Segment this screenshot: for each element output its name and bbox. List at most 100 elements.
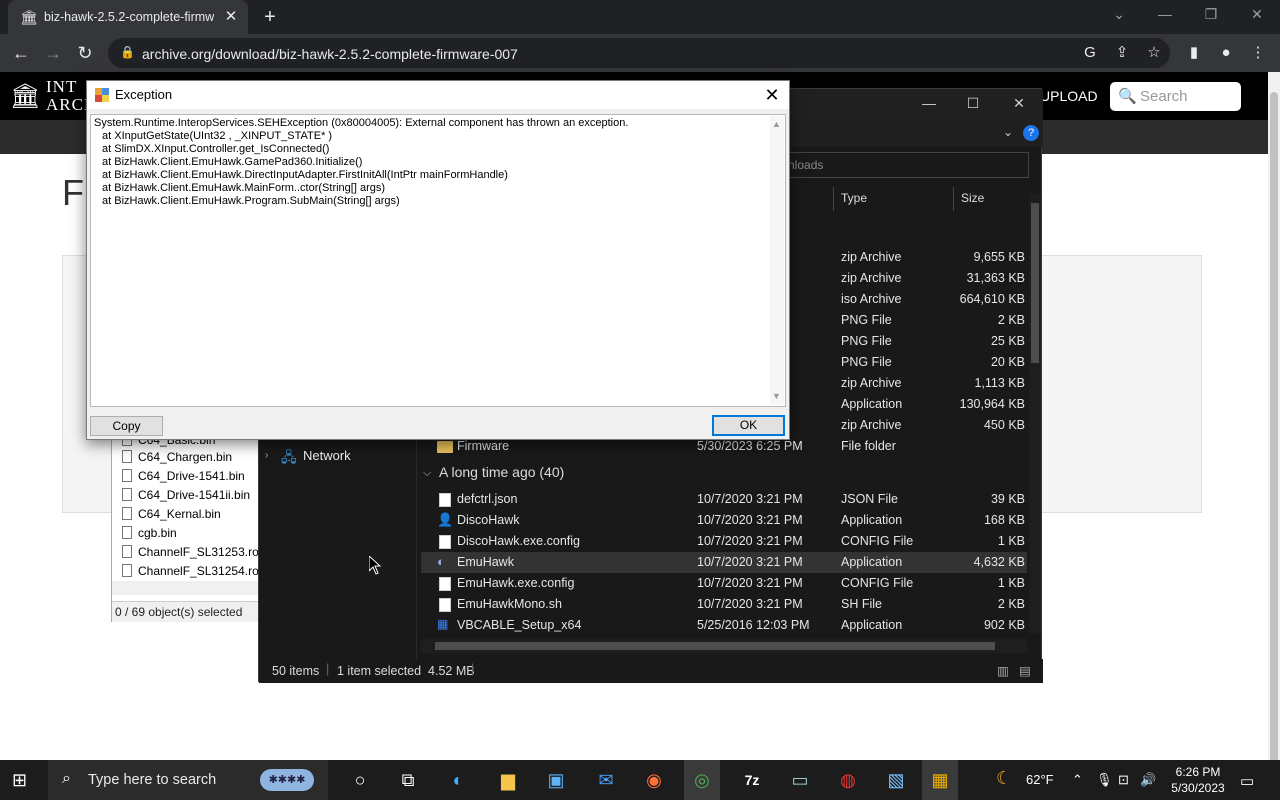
explorer-maximize-icon[interactable]: ☐ [953, 95, 993, 112]
file-row[interactable]: ▦ VBCABLE_Setup_x64 5/25/2016 12:03 PM A… [421, 615, 1027, 636]
profile-icon[interactable]: ● [1216, 43, 1236, 63]
page-heading: F [62, 172, 84, 213]
new-tab-icon[interactable]: + [258, 6, 282, 30]
explorer-vscrollbar-thumb[interactable] [1031, 203, 1039, 363]
details-scrollbar[interactable]: ▲ ▼ [770, 116, 784, 405]
scroll-down-icon[interactable]: ▼ [772, 390, 781, 403]
weather-temp[interactable]: 62°F [1026, 772, 1054, 787]
close-window-icon[interactable]: ✕ [1242, 6, 1272, 23]
browser-tab[interactable]: 🏛 biz-hawk-2.5.2-complete-firmwa ✕ [8, 0, 248, 34]
file-icon [122, 564, 132, 577]
reload-icon[interactable]: ↻ [72, 40, 98, 66]
dialog-close-icon[interactable]: ✕ [757, 83, 787, 107]
explorer-close-icon[interactable]: ✕ [999, 95, 1039, 112]
store-icon[interactable]: ▣ [538, 766, 574, 794]
file-date: 10/7/2020 3:21 PM [697, 513, 803, 527]
network-tray-icon[interactable]: ⊡ [1118, 772, 1129, 788]
zip-hscrollbar[interactable] [112, 581, 262, 595]
column-header-size[interactable]: Size [961, 191, 984, 205]
tiles-view-icon[interactable]: ▤ [1019, 663, 1031, 678]
upload-link[interactable]: UPLOAD [1040, 88, 1098, 104]
zip-file-row[interactable]: C64_Kernal.bin [122, 507, 221, 526]
exception-line: at BizHawk.Client.EmuHawk.MainForm..ctor… [102, 182, 386, 194]
archive-logo-icon[interactable]: 🏛 [10, 82, 40, 111]
exception-details[interactable]: System.Runtime.InteropServices.SEHExcept… [90, 114, 786, 407]
notifications-icon[interactable]: ▭ [1240, 772, 1254, 790]
menu-kebab-icon[interactable]: ⋮ [1248, 43, 1268, 63]
volume-icon[interactable]: 🔊 [1140, 772, 1156, 788]
tab-close-icon[interactable]: ✕ [222, 8, 240, 26]
address-bar[interactable]: 🔒 archive.org/download/biz-hawk-2.5.2-co… [108, 38, 1170, 68]
page-scrollbar-thumb[interactable] [1270, 92, 1278, 792]
file-explorer-icon[interactable]: ▆ [490, 766, 526, 794]
restore-icon[interactable]: ❐ [1196, 6, 1226, 23]
taskbar-clock[interactable]: 6:26 PM 5/30/2023 [1160, 764, 1236, 796]
ribbon-expand-icon[interactable]: ⌄ [1003, 125, 1013, 139]
file-size: 450 KB [983, 418, 1025, 432]
copy-button[interactable]: Copy [90, 416, 163, 436]
explorer-hscrollbar-thumb[interactable] [435, 642, 995, 650]
tab-search-icon[interactable]: ⌄ [1104, 6, 1134, 23]
file-row[interactable]: 👤 DiscoHawk 10/7/2020 3:21 PM Applicatio… [421, 510, 1027, 531]
remote-desktop-icon[interactable]: ▭ [782, 766, 818, 794]
google-icon[interactable]: G [1080, 43, 1100, 63]
forward-icon[interactable]: → [40, 40, 66, 66]
weather-moon-icon[interactable]: ☾ [996, 768, 1012, 789]
seven-zip-icon[interactable]: 7z [734, 766, 770, 794]
zip-file-name: C64_Chargen.bin [138, 450, 233, 464]
chrome-icon[interactable]: ◎ [684, 760, 720, 800]
taskbar-search-box[interactable]: ⌕ Type here to search ✱✱✱✱ [48, 760, 328, 800]
mail-icon[interactable]: ✉ [588, 766, 624, 794]
explorer-hscrollbar[interactable] [421, 639, 1027, 653]
side-panel-icon[interactable]: ▮ [1184, 43, 1204, 63]
obs-icon[interactable]: ◍ [830, 766, 866, 794]
file-type: File folder [841, 439, 896, 453]
file-row[interactable]: DiscoHawk.exe.config 10/7/2020 3:21 PM C… [421, 531, 1027, 552]
file-row[interactable]: defctrl.json 10/7/2020 3:21 PM JSON File… [421, 489, 1027, 510]
task-view-icon[interactable]: ⧉ [390, 766, 426, 794]
page-scrollbar[interactable] [1268, 72, 1280, 792]
start-windows-icon[interactable]: ⊞ [12, 770, 27, 791]
edge-icon[interactable]: ◐ [440, 766, 476, 794]
firefox-icon[interactable]: ◉ [636, 766, 672, 794]
nav-network[interactable]: Network [303, 448, 351, 463]
cortana-icon[interactable]: ○ [342, 766, 378, 794]
back-icon[interactable]: ← [8, 40, 34, 66]
file-date: 10/7/2020 3:21 PM [697, 597, 803, 611]
explorer-status-bar: 50 items | 1 item selected 4.52 MB | ▥ ▤ [259, 659, 1043, 683]
zip-file-row[interactable]: C64_Drive-1541.bin [122, 469, 245, 488]
zip-file-row[interactable]: C64_Chargen.bin [122, 450, 232, 469]
explorer-minimize-icon[interactable]: — [909, 95, 949, 111]
file-row-selected[interactable]: ◐ EmuHawk 10/7/2020 3:21 PM Application … [421, 552, 1027, 573]
group-collapse-chevron-icon[interactable]: ⌵ [423, 467, 431, 480]
lock-icon: 🔒 [120, 45, 135, 59]
file-date: 5/30/2023 6:25 PM [697, 439, 803, 453]
column-separator[interactable] [953, 187, 954, 211]
emuhawk-taskbar-icon[interactable]: ▦ [922, 760, 958, 800]
tray-chevron-icon[interactable]: ⌃ [1072, 772, 1083, 788]
help-icon[interactable]: ? [1023, 125, 1039, 141]
browser-tabstrip: 🏛 biz-hawk-2.5.2-complete-firmwa ✕ + ⌄ —… [0, 0, 1280, 34]
group-header[interactable]: A long time ago (40) [439, 464, 564, 480]
file-type: Application [841, 397, 903, 411]
photos-icon[interactable]: ▧ [878, 766, 914, 794]
scroll-up-icon[interactable]: ▲ [772, 118, 781, 131]
archive-search-input[interactable]: 🔍 Search [1110, 82, 1241, 111]
share-icon[interactable]: ⇪ [1112, 43, 1132, 63]
file-row[interactable]: EmuHawk.exe.config 10/7/2020 3:21 PM CON… [421, 573, 1027, 594]
zip-file-row[interactable]: cgb.bin [122, 526, 177, 545]
mouse-cursor-icon [369, 556, 381, 575]
zip-file-row[interactable]: C64_Drive-1541ii.bin [122, 488, 250, 507]
column-separator[interactable] [833, 187, 834, 211]
explorer-search-box[interactable]: nloads [779, 152, 1029, 178]
expand-chevron-icon[interactable]: › [265, 450, 268, 461]
details-view-icon[interactable]: ▥ [997, 663, 1009, 678]
ok-button[interactable]: OK [712, 415, 785, 436]
zip-file-row[interactable]: ChannelF_SL31253.rom [122, 545, 269, 564]
column-header-type[interactable]: Type [841, 191, 867, 205]
bookmark-star-icon[interactable]: ☆ [1144, 43, 1164, 63]
minimize-icon[interactable]: — [1150, 6, 1180, 22]
microphone-icon[interactable]: 🎙 [1096, 772, 1113, 788]
explorer-vscrollbar[interactable] [1029, 193, 1041, 633]
file-row[interactable]: EmuHawkMono.sh 10/7/2020 3:21 PM SH File… [421, 594, 1027, 615]
